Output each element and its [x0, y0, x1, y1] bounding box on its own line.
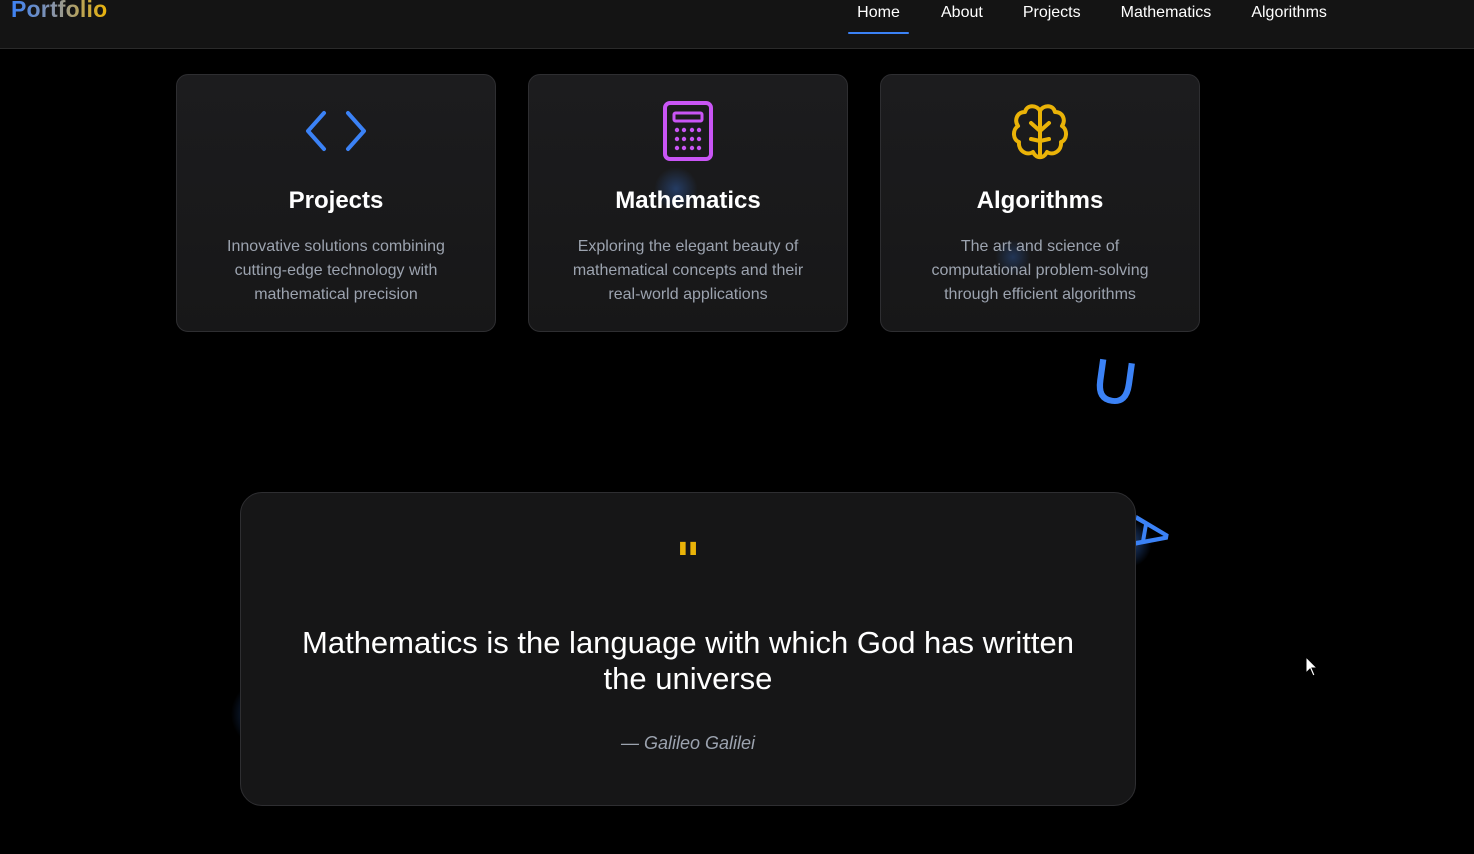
- mouse-cursor-icon: [1305, 656, 1319, 677]
- card-mathematics[interactable]: Mathematics Exploring the elegant beauty…: [528, 74, 848, 332]
- nav-link-about[interactable]: About: [941, 0, 983, 34]
- nav-link-mathematics[interactable]: Mathematics: [1121, 0, 1212, 34]
- nav-link-algorithms[interactable]: Algorithms: [1251, 0, 1327, 34]
- card-projects[interactable]: Projects Innovative solutions combining …: [176, 74, 496, 332]
- quote-author: — Galileo Galilei: [620, 733, 756, 753]
- card-description: The art and science of computational pro…: [931, 238, 1149, 303]
- nav-link-home[interactable]: Home: [848, 0, 909, 34]
- brand-logo[interactable]: Portfolio: [11, 0, 107, 23]
- card-description: Innovative solutions combining cutting-e…: [227, 238, 445, 303]
- code-icon: [306, 111, 366, 151]
- card-title: Algorithms: [976, 187, 1104, 214]
- top-navbar: Portfolio Home About Projects Mathematic…: [0, 0, 1474, 49]
- nav-link-projects[interactable]: Projects: [1023, 0, 1081, 34]
- quote-text: Mathematics is the language with which G…: [302, 625, 1074, 696]
- card-algorithms[interactable]: Algorithms The art and science of comput…: [880, 74, 1200, 332]
- nav-links: Home About Projects Mathematics Algorith…: [848, 0, 1327, 36]
- card-description: Exploring the elegant beauty of mathemat…: [572, 238, 804, 303]
- calculator-icon: [663, 101, 713, 161]
- floating-union-glyph: ∪: [1082, 332, 1148, 426]
- quote-mark-icon: ": [675, 533, 701, 589]
- brain-icon: [1012, 104, 1068, 160]
- card-title: Projects: [288, 187, 384, 214]
- card-title: Mathematics: [615, 187, 761, 214]
- quote-card: " Mathematics is the language with which…: [240, 492, 1136, 806]
